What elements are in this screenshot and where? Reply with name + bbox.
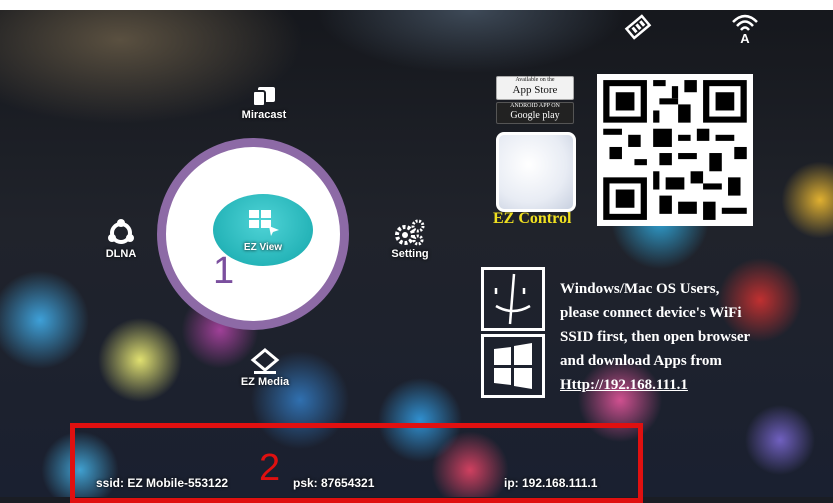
google-play-badge[interactable]: ANDROID APP ON Google play xyxy=(496,102,574,124)
ez-media-icon xyxy=(250,348,280,374)
qr-code xyxy=(597,74,753,226)
ez-view-icon xyxy=(249,210,279,236)
ethernet-icon xyxy=(623,13,653,46)
psk-status: psk: 87654321 xyxy=(293,476,375,490)
ez-control-label: EZ Control xyxy=(493,210,572,227)
ez-media-menu-item[interactable]: EZ Media xyxy=(230,348,300,388)
annotation-box-2 xyxy=(70,423,643,503)
setting-menu-item[interactable]: Setting xyxy=(385,218,435,260)
setting-label: Setting xyxy=(391,248,429,260)
annotation-marker-2: 2 xyxy=(259,447,280,490)
setting-icon xyxy=(395,219,425,246)
miracast-icon xyxy=(252,87,275,107)
marker-1-text: 1 xyxy=(213,250,235,292)
finder-icon xyxy=(481,267,545,331)
ssid-status: ssid: EZ Mobile-553122 xyxy=(96,476,229,490)
instructions-line-4: and download Apps from xyxy=(560,353,722,369)
windows-icon xyxy=(481,334,545,398)
top-white-bar xyxy=(0,0,833,10)
miracast-label: Miracast xyxy=(241,109,287,121)
app-store-badge[interactable]: Available on the App Store xyxy=(496,76,574,100)
download-link[interactable]: Http://192.168.111.1 xyxy=(560,373,800,397)
marker-2-text: 2 xyxy=(259,447,281,489)
miracast-menu-item[interactable]: Miracast xyxy=(234,85,294,121)
app-store-text: App Store xyxy=(512,84,558,96)
ez-media-label: EZ Media xyxy=(240,376,290,388)
annotation-marker-1: 1 xyxy=(213,250,234,293)
app-store-small-text: Available on the xyxy=(515,77,555,83)
instructions-line-1: Windows/Mac OS Users, xyxy=(560,281,720,297)
dlna-label: DLNA xyxy=(105,248,137,260)
ez-control-app-icon[interactable] xyxy=(496,132,576,212)
dlna-icon xyxy=(108,219,134,244)
instructions-text: Windows/Mac OS Users, please connect dev… xyxy=(560,277,800,397)
svg-text:A: A xyxy=(740,31,750,44)
google-play-text: Google play xyxy=(510,110,560,121)
dlna-menu-item[interactable]: DLNA xyxy=(98,218,144,260)
instructions-line-2: please connect device's WiFi xyxy=(560,305,742,321)
ip-status: ip: 192.168.111.1 xyxy=(504,476,598,490)
instructions-line-3: SSID first, then open browser xyxy=(560,329,751,345)
wifi-icon: A xyxy=(730,10,760,49)
google-play-small-text: ANDROID APP ON xyxy=(510,103,560,109)
